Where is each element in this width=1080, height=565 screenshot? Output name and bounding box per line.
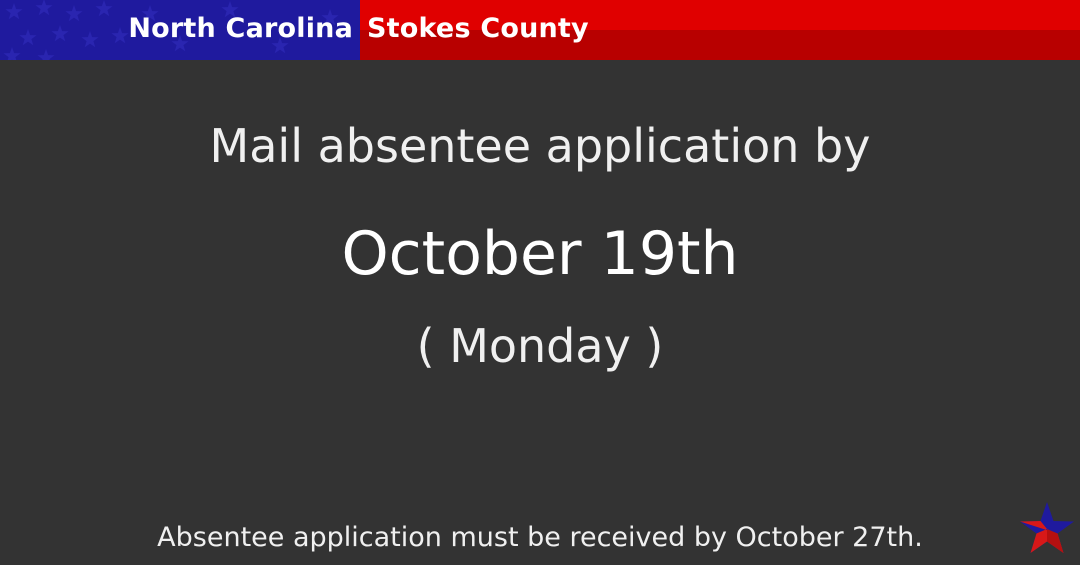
- state-name: North Carolina: [128, 13, 353, 44]
- page: North Carolina Stokes County Mail absent…: [0, 0, 1080, 565]
- state-panel: North Carolina: [0, 0, 360, 60]
- header-banner: North Carolina Stokes County: [0, 0, 1080, 60]
- deadline-weekday: ( Monday ): [416, 319, 664, 373]
- footnote: Absentee application must be received by…: [157, 522, 923, 553]
- red-blue-star-icon: [1020, 502, 1074, 553]
- headline: Mail absentee application by: [209, 119, 871, 173]
- county-panel: Stokes County: [360, 0, 1080, 60]
- deadline-date: October 19th: [341, 219, 739, 289]
- county-name: Stokes County: [367, 13, 589, 44]
